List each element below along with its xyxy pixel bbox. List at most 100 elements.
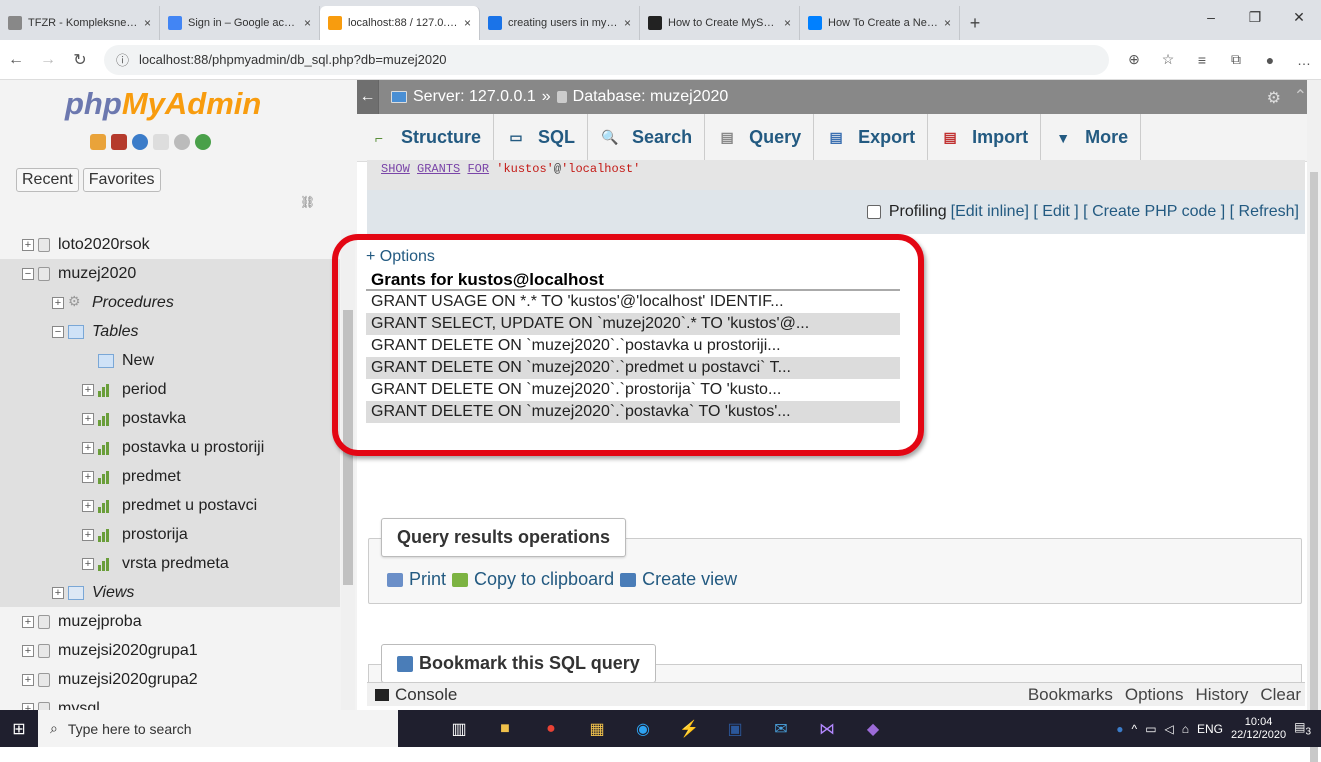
info-icon[interactable]: ⓘ — [116, 50, 129, 69]
tree-item[interactable]: New — [0, 346, 340, 375]
language-indicator[interactable]: ENG — [1197, 722, 1223, 736]
tree-item[interactable]: + muzejproba — [0, 607, 340, 636]
browser-tab[interactable]: How to Create MySQL × — [640, 6, 800, 40]
console-options[interactable]: Options — [1125, 685, 1184, 705]
expand-icon[interactable]: + — [82, 470, 94, 483]
minimize-icon[interactable]: – — [1189, 0, 1233, 34]
file-explorer-icon[interactable]: ■ — [484, 710, 526, 747]
tab-close-icon[interactable]: × — [784, 16, 791, 30]
tree-item[interactable]: + predmet — [0, 462, 340, 491]
tree-item[interactable]: + postavka — [0, 404, 340, 433]
back-icon[interactable]: ← — [0, 51, 32, 69]
notification-icon[interactable]: ▤3 — [1294, 720, 1311, 737]
edit-link[interactable]: Edit — [1042, 203, 1070, 221]
help-icon[interactable] — [132, 134, 148, 150]
expand-icon[interactable]: + — [82, 499, 94, 512]
collections-icon[interactable]: ⧉ — [1219, 51, 1253, 68]
breadcrumb-database[interactable]: Database: muzej2020 — [573, 88, 729, 106]
new-tab-button[interactable]: + — [960, 6, 990, 40]
expand-icon[interactable]: + — [22, 644, 34, 657]
phpmyadmin-logo[interactable]: phpMyAdmin — [65, 86, 261, 122]
word-icon[interactable]: ▣ — [714, 710, 756, 747]
tab-close-icon[interactable]: × — [944, 16, 951, 30]
refresh-icon[interactable]: ↻ — [64, 50, 96, 70]
app-icon[interactable]: ◆ — [852, 710, 894, 747]
expand-icon[interactable]: + — [52, 296, 64, 309]
create-view-link[interactable]: Create view — [642, 569, 737, 590]
tab-close-icon[interactable]: × — [624, 16, 631, 30]
profiling-checkbox[interactable] — [866, 205, 881, 219]
more-menu-icon[interactable]: … — [1287, 52, 1321, 68]
expand-icon[interactable]: + — [52, 586, 64, 599]
tree-item[interactable]: + Views — [0, 578, 340, 607]
edit-inline-link[interactable]: Edit inline — [955, 203, 1024, 221]
expand-icon[interactable]: + — [22, 615, 34, 628]
visual-studio-icon[interactable]: ⋈ — [806, 710, 848, 747]
breadcrumb-server[interactable]: Server: 127.0.0.1 — [413, 88, 536, 106]
reload-icon[interactable] — [195, 134, 211, 150]
tab-structure[interactable]: ⌐ Structure — [357, 113, 495, 162]
docs-icon[interactable] — [153, 134, 169, 150]
tree-item[interactable]: − muzej2020 — [0, 259, 340, 288]
chrome-icon[interactable]: ● — [530, 710, 572, 747]
refresh-link[interactable]: Refresh — [1239, 203, 1295, 221]
browser-tab[interactable]: localhost:88 / 127.0.0.1 × — [320, 6, 480, 40]
expand-icon[interactable]: + — [22, 673, 34, 686]
expand-icon[interactable]: + — [22, 702, 34, 710]
forward-icon[interactable]: → — [32, 51, 64, 69]
expand-icon[interactable]: + — [22, 238, 34, 251]
tab-close-icon[interactable]: × — [304, 16, 311, 30]
tree-item[interactable]: + muzejsi2020grupa2 — [0, 665, 340, 694]
expand-icon[interactable]: + — [82, 441, 94, 454]
tree-item[interactable]: + ⚙ Procedures — [0, 288, 340, 317]
bookmark-title[interactable]: Bookmark this SQL query — [381, 644, 656, 683]
volume-icon[interactable]: ◁ — [1165, 722, 1174, 736]
gear-icon[interactable]: ⚙ — [1267, 88, 1281, 108]
recent-button[interactable]: Recent — [16, 168, 79, 192]
battery-icon[interactable]: ▭ — [1145, 722, 1156, 736]
windows-start-icon[interactable]: ⊞ — [0, 710, 38, 747]
browser-tab[interactable]: How To Create a New U × — [800, 6, 960, 40]
tree-item[interactable]: + vrsta predmeta — [0, 549, 340, 578]
store-icon[interactable]: ▦ — [576, 710, 618, 747]
copy-to-clipboard-link[interactable]: Copy to clipboard — [474, 569, 614, 590]
tab-sql[interactable]: ▭ SQL — [494, 113, 589, 162]
tree-item[interactable]: + period — [0, 375, 340, 404]
tab-more[interactable]: ▼ More — [1041, 113, 1142, 162]
tree-item[interactable]: + predmet u postavci — [0, 491, 340, 520]
console-bookmarks[interactable]: Bookmarks — [1028, 685, 1113, 705]
expand-icon[interactable]: + — [82, 412, 94, 425]
favorites-button[interactable]: Favorites — [82, 168, 161, 192]
profile-avatar[interactable]: ● — [1253, 52, 1287, 68]
tab-import[interactable]: ▤ Import — [928, 113, 1042, 162]
expand-icon[interactable]: + — [82, 528, 94, 541]
expand-icon[interactable]: − — [22, 267, 34, 280]
favorites-list-icon[interactable]: ≡ — [1185, 52, 1219, 68]
settings-icon[interactable] — [174, 134, 190, 150]
console-clear[interactable]: Clear — [1260, 685, 1301, 705]
tree-item[interactable]: + mysql — [0, 694, 340, 710]
clock[interactable]: 10:04 22/12/2020 — [1231, 716, 1286, 742]
home-icon[interactable] — [90, 134, 106, 150]
favorite-star-icon[interactable]: ☆ — [1151, 51, 1185, 68]
main-scrollbar[interactable] — [1307, 80, 1321, 762]
mail-icon[interactable]: ✉ — [760, 710, 802, 747]
edge-icon[interactable]: ◉ — [622, 710, 664, 747]
url-input[interactable]: ⓘ localhost:88/phpmyadmin/db_sql.php?db=… — [104, 44, 1109, 75]
network-icon[interactable]: ⌂ — [1182, 722, 1189, 736]
close-window-icon[interactable]: ✕ — [1277, 0, 1321, 34]
browser-tab[interactable]: creating users in mysql × — [480, 6, 640, 40]
tab-export[interactable]: ▤ Export — [814, 113, 929, 162]
taskbar-search[interactable]: ⌕ Type here to search — [38, 710, 398, 747]
maximize-icon[interactable]: ❐ — [1233, 0, 1277, 34]
logout-icon[interactable] — [111, 134, 127, 150]
tab-query[interactable]: ▤ Query — [705, 113, 815, 162]
expand-icon[interactable]: − — [52, 325, 64, 338]
tree-item[interactable]: + loto2020rsok — [0, 230, 340, 259]
tree-item[interactable]: + muzejsi2020grupa1 — [0, 636, 340, 665]
tree-item[interactable]: − Tables — [0, 317, 340, 346]
print-link[interactable]: Print — [409, 569, 446, 590]
browser-tab[interactable]: Sign in – Google accou × — [160, 6, 320, 40]
console-history[interactable]: History — [1195, 685, 1248, 705]
link-icon[interactable]: ⛓ — [300, 195, 315, 209]
